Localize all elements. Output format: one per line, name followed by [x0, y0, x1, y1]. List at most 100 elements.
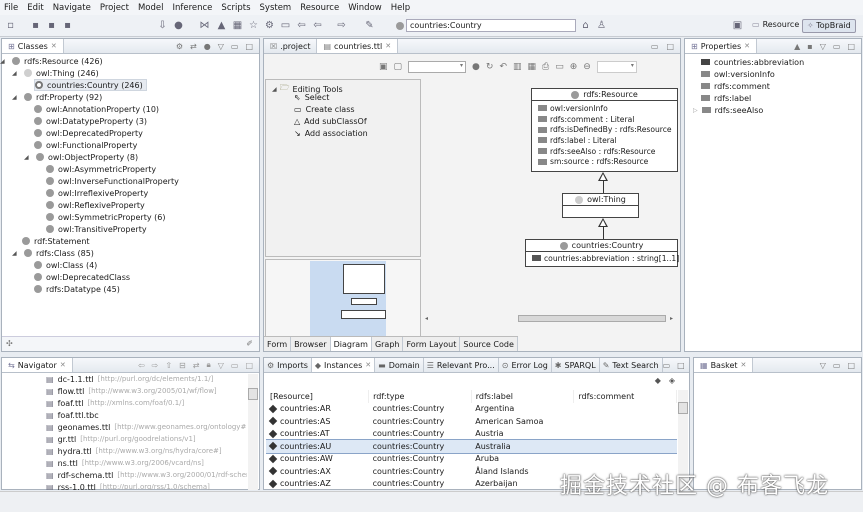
minimize-icon[interactable]: ▭	[651, 42, 659, 51]
refresh-icon[interactable]: ↻	[486, 62, 494, 72]
tab-browser[interactable]: Browser	[291, 337, 331, 351]
new-icon[interactable]: ▫	[5, 20, 16, 31]
column-header[interactable]: rdf:type	[368, 390, 472, 403]
tab-diagram[interactable]: Diagram	[330, 337, 372, 351]
maximize-icon[interactable]: □	[245, 42, 253, 51]
property-item[interactable]: rdfs:label	[701, 92, 751, 104]
filter-icon[interactable]: ⚙	[176, 42, 183, 51]
tree-item[interactable]: owl:AsymmetricProperty	[46, 163, 156, 175]
menu-model[interactable]: Model	[138, 3, 164, 13]
export-icon[interactable]: ▦	[528, 62, 537, 72]
collapse-all-icon[interactable]: ⊟	[179, 361, 186, 370]
maximize-icon[interactable]: □	[847, 42, 855, 51]
tree-item[interactable]: ◢ rdfs:Resource (426)	[0, 55, 103, 67]
debug-icon[interactable]: ⋈	[199, 20, 210, 31]
overview-viewport[interactable]	[310, 261, 386, 336]
delete-instance-icon[interactable]: ◈	[669, 376, 675, 385]
tree-item[interactable]: owl:IrreflexiveProperty	[46, 187, 148, 199]
settings-icon[interactable]: ⚙	[264, 20, 275, 31]
tree-item[interactable]: owl:Class (4)	[34, 259, 97, 271]
scrollbar-thumb[interactable]	[248, 388, 258, 400]
tree-item[interactable]: owl:SymmetricProperty (6)	[46, 211, 165, 223]
tree-item[interactable]: countries:Country (246)	[34, 79, 147, 91]
tree-item[interactable]: rdf:Statement	[22, 235, 90, 247]
expand-arrow-icon[interactable]: ◢	[0, 58, 8, 65]
tab-error-log[interactable]: ⊙ Error Log	[499, 358, 552, 372]
tab-basket[interactable]: ▦ Basket ✕	[694, 358, 754, 372]
file-item[interactable]: ▤ rss-1.0.ttl [http://purl.org/rss/1.0/sch…	[46, 481, 210, 491]
run-icon[interactable]: ●	[173, 20, 184, 31]
menu-resource[interactable]: Resource	[300, 3, 339, 13]
column-header[interactable]: rdfs:label	[471, 390, 575, 403]
column-header[interactable]: [Resource]	[266, 390, 370, 403]
minimize-icon[interactable]: ▭	[663, 361, 671, 370]
tree-item[interactable]: ◢ rdfs:Class (85)	[12, 247, 94, 259]
table-row[interactable]: countries:AS countries:Country American Sa…	[266, 415, 677, 428]
menu-project[interactable]: Project	[100, 3, 129, 13]
tab-sparql[interactable]: ✱ SPARQL	[552, 358, 600, 372]
column-header[interactable]: rdfs:comment	[573, 390, 677, 403]
open-perspective-icon[interactable]: ▣	[732, 20, 743, 31]
class-box-owl-thing[interactable]: owl:Thing	[562, 193, 639, 218]
print-icon[interactable]: ⎙	[542, 62, 549, 72]
inference-icon[interactable]: ▲	[216, 20, 227, 31]
add-note-icon[interactable]: ▢	[394, 62, 403, 72]
tree-item[interactable]: owl:DeprecatedClass	[34, 271, 130, 283]
diagram-overview[interactable]	[265, 259, 421, 337]
perspective-resource[interactable]: ▭ Resource	[752, 20, 799, 29]
tool-create-class[interactable]: ▭ Create class	[294, 105, 355, 114]
tree-item[interactable]: owl:AnnotationProperty (10)	[34, 103, 159, 115]
table-row[interactable]: countries:AU countries:Country Australia	[266, 439, 677, 454]
expand-arrow-icon[interactable]: ◢	[24, 154, 32, 161]
maximize-icon[interactable]: □	[666, 42, 674, 51]
add-related-icon[interactable]: ●	[472, 62, 480, 72]
tab-properties[interactable]: ⊞ Properties ✕	[685, 39, 758, 53]
close-icon[interactable]: ✕	[365, 361, 371, 369]
add-property-icon[interactable]: ▲	[794, 42, 800, 51]
property-item[interactable]: owl:versionInfo	[701, 68, 775, 80]
tab-imports[interactable]: ⚙ Imports	[264, 358, 312, 372]
prev-icon[interactable]: ⇦	[312, 20, 323, 31]
tool-select[interactable]: ⇖ Select	[294, 93, 329, 102]
file-item[interactable]: ▤ dc-1.1.ttl [http://purl.org/dc/elements/…	[46, 374, 213, 385]
import-icon[interactable]: ⇩	[157, 20, 168, 31]
tab-form[interactable]: Form	[264, 337, 292, 351]
maximize-icon[interactable]: □	[677, 361, 685, 370]
tab-instances[interactable]: ◆ Instances ✕	[311, 358, 376, 372]
minimize-icon[interactable]: ▭	[231, 361, 239, 370]
class-box-countries-country[interactable]: countries:Country countries:abbreviation…	[525, 239, 679, 267]
tab-project[interactable]: ☒ .project	[264, 39, 318, 53]
link-editor-icon[interactable]: ⇄	[193, 361, 200, 370]
minimize-icon[interactable]: ▭	[833, 42, 841, 51]
tab-graph[interactable]: Graph	[372, 337, 404, 351]
save-icon[interactable]: ▪	[30, 20, 41, 31]
add-instance-icon[interactable]: ◆	[655, 376, 661, 385]
tool-add-subclassof[interactable]: △ Add subClassOf	[294, 117, 367, 126]
tree-item[interactable]: owl:FunctionalProperty	[34, 139, 137, 151]
table-row[interactable]: countries:AR countries:Country Argentina	[266, 403, 677, 416]
menu-navigate[interactable]: Navigate	[53, 3, 91, 13]
vertical-scrollbar[interactable]	[248, 374, 258, 490]
scrollbar-thumb[interactable]	[678, 402, 688, 414]
home-icon[interactable]: ⌂	[580, 20, 591, 31]
close-icon[interactable]: ✕	[741, 361, 747, 369]
tab-source-code[interactable]: Source Code	[460, 337, 518, 351]
perspective-topbraid[interactable]: ✧ TopBraid	[802, 19, 856, 33]
maximize-icon[interactable]: □	[847, 361, 855, 370]
link-icon[interactable]: ⇄	[190, 42, 197, 51]
tab-relevant-pro[interactable]: ☰ Relevant Pro...	[424, 358, 499, 372]
menu-help[interactable]: Help	[391, 3, 410, 13]
undo-icon[interactable]: ↶	[499, 62, 507, 72]
tree-item[interactable]: owl:InverseFunctionalProperty	[46, 175, 179, 187]
view-menu-icon[interactable]: ▽	[820, 42, 826, 51]
expand-arrow-icon[interactable]: ◢	[12, 94, 20, 101]
save-all-icon[interactable]: ▪	[46, 20, 57, 31]
delete-icon[interactable]: ▥	[513, 62, 522, 72]
property-item[interactable]: ▷ rdfs:seeAlso	[693, 104, 763, 116]
tree-item[interactable]: owl:ReflexiveProperty	[46, 199, 145, 211]
file-item[interactable]: ▤ hydra.ttl [http://www.w3.org/ns/hydra/co…	[46, 445, 222, 457]
menu-window[interactable]: Window	[348, 3, 382, 13]
zoom-in-icon[interactable]: ⊕	[570, 62, 578, 72]
class-box-rdfs-resource[interactable]: rdfs:Resource owl:versionInfo rdfs:commen…	[531, 88, 678, 172]
tab-text-search[interactable]: ✎ Text Search	[600, 358, 663, 372]
